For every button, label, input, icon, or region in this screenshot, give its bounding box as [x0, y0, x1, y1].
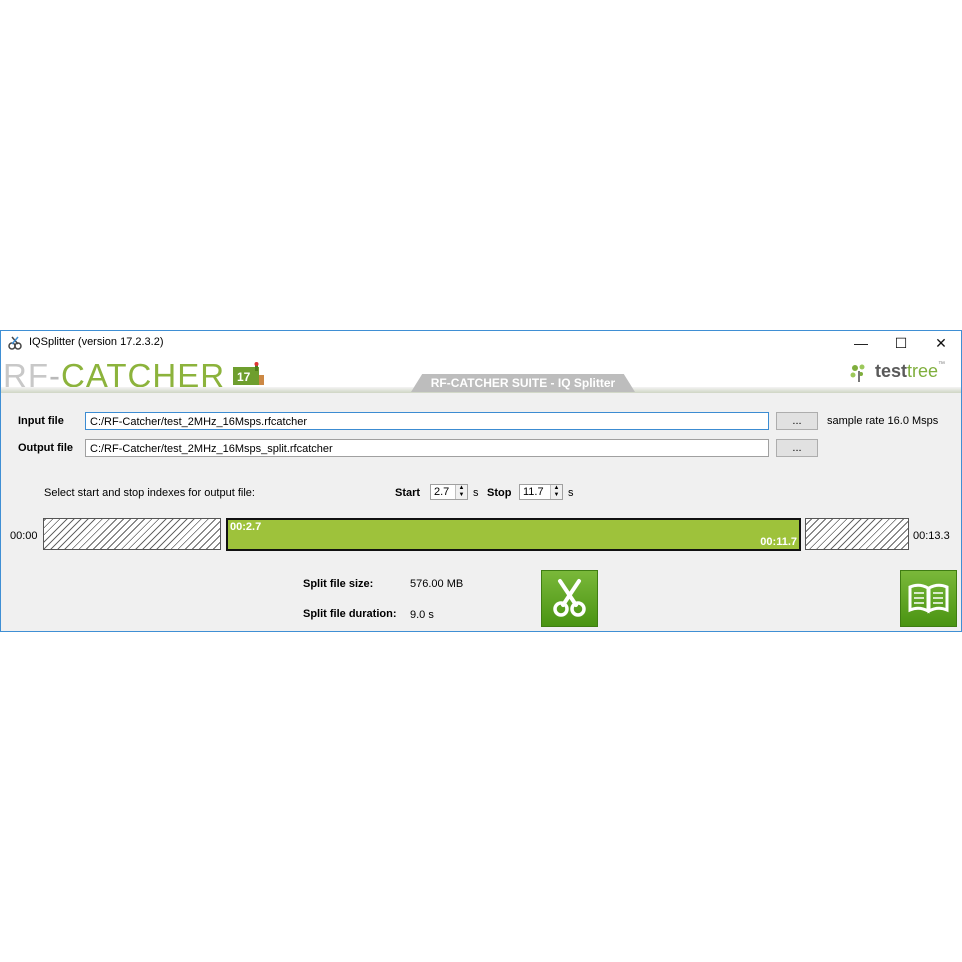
scissors-icon	[553, 579, 586, 617]
manual-button[interactable]	[900, 570, 957, 627]
start-unit: s	[473, 487, 479, 499]
stop-value: 11.7	[523, 486, 544, 498]
split-size-value: 576.00 MB	[410, 578, 464, 590]
version-badge-text: 17	[237, 370, 251, 384]
excluded-range-left	[43, 518, 221, 550]
minimize-button[interactable]: —	[841, 331, 881, 355]
input-browse-button[interactable]: ...	[776, 412, 818, 430]
output-browse-button[interactable]: ...	[776, 439, 818, 457]
split-button[interactable]	[541, 570, 598, 627]
app-icon	[8, 336, 22, 350]
sample-rate-text: sample rate 16.0 Msps	[827, 415, 939, 427]
start-label: Start	[395, 487, 421, 499]
start-value: 2.7	[434, 486, 450, 498]
stop-unit: s	[568, 487, 574, 499]
app-window: IQSplitter (version 17.2.3.2) — ☐ ✕ RF-C…	[0, 330, 962, 632]
book-icon	[908, 583, 949, 614]
input-file-field[interactable]: C:/RF-Catcher/test_2MHz_16Msps.rfcatcher	[85, 412, 769, 430]
split-duration-value: 9.0 s	[410, 609, 434, 621]
title-bar: IQSplitter (version 17.2.3.2) — ☐ ✕	[1, 331, 961, 355]
stop-label: Stop	[487, 487, 512, 499]
suite-tab-title: RF-CATCHER SUITE - IQ Splitter	[411, 374, 635, 392]
input-file-label: Input file	[18, 415, 64, 427]
split-duration-label: Split file duration:	[303, 608, 397, 620]
version-badge-icon: 17	[231, 361, 265, 389]
excluded-range-right	[805, 518, 909, 550]
testtree-logo-icon	[850, 364, 865, 382]
timeline-begin-label: 00:00	[10, 530, 38, 542]
start-spin-arrows-icon[interactable]: ▲ ▼	[455, 485, 467, 499]
testtree-brand: testtree™	[875, 361, 945, 382]
split-size-label: Split file size:	[303, 578, 374, 590]
range-end-label: 00:11.7	[760, 536, 797, 548]
brand-tree-text: tree	[907, 361, 939, 381]
output-file-field[interactable]: C:/RF-Catcher/test_2MHz_16Msps_split.rfc…	[85, 439, 769, 457]
app-banner: RF-CATCHER 17 RF-CATCHER SUITE - IQ Spli…	[1, 355, 961, 394]
start-spinbox[interactable]: 2.7 ▲ ▼	[430, 484, 468, 500]
close-button[interactable]: ✕	[921, 331, 961, 355]
brand-tm: ™	[938, 361, 946, 368]
selection-instruction: Select start and stop indexes for output…	[44, 487, 255, 499]
timeline-end-label: 00:13.3	[913, 530, 950, 542]
stop-spin-arrows-icon[interactable]: ▲ ▼	[550, 485, 562, 499]
maximize-button[interactable]: ☐	[881, 331, 921, 355]
range-start-label: 00:2.7	[230, 521, 262, 533]
brand-test-text: test	[875, 361, 908, 381]
selected-range-bar[interactable]: 00:2.7 00:11.7	[226, 518, 801, 551]
window-title: IQSplitter (version 17.2.3.2)	[29, 336, 164, 348]
output-file-label: Output file	[18, 442, 73, 454]
stop-spinbox[interactable]: 11.7 ▲ ▼	[519, 484, 563, 500]
